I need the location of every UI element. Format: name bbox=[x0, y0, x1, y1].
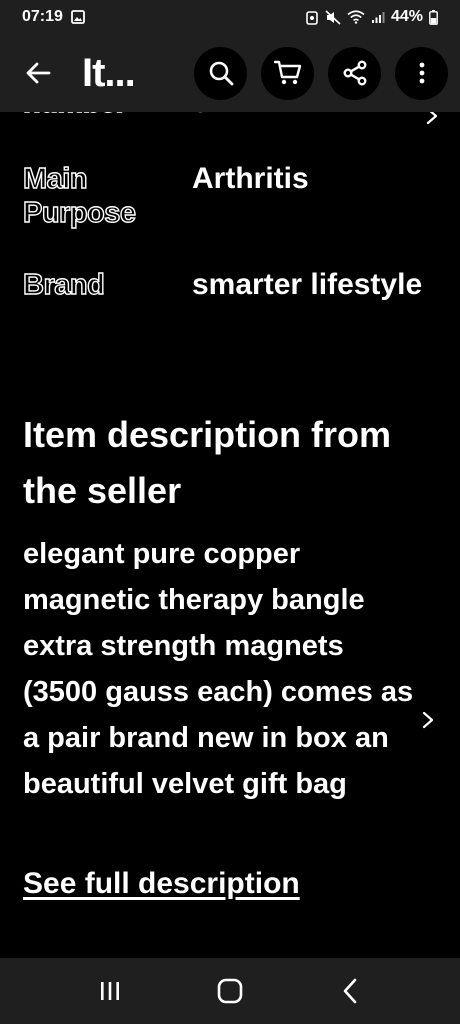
app-bar: It... bbox=[0, 34, 460, 112]
search-button[interactable] bbox=[194, 46, 247, 100]
cart-button[interactable] bbox=[261, 46, 314, 100]
see-full-description-link[interactable]: See full description bbox=[23, 864, 300, 904]
home-icon bbox=[217, 978, 243, 1004]
back-button[interactable] bbox=[20, 55, 56, 91]
status-time: 07:19 bbox=[22, 8, 63, 25]
page-title: It... bbox=[82, 50, 136, 95]
share-button[interactable] bbox=[328, 46, 381, 100]
more-vert-icon bbox=[419, 62, 424, 84]
description-heading: Item description from the seller bbox=[23, 414, 392, 511]
nav-back-button[interactable] bbox=[320, 966, 380, 1016]
back-arrow-icon bbox=[26, 62, 51, 84]
spec-label: Main Purpose bbox=[22, 162, 136, 229]
back-icon bbox=[343, 978, 357, 1004]
spec-label: Brand bbox=[22, 268, 105, 301]
gallery-notification-icon bbox=[71, 10, 85, 24]
battery-percent: 44% bbox=[390, 8, 423, 25]
mute-icon bbox=[325, 9, 341, 25]
more-options-button[interactable] bbox=[395, 46, 448, 100]
system-nav-bar bbox=[0, 958, 460, 1024]
spec-value: smarter lifestyle bbox=[192, 268, 423, 301]
spec-label: number bbox=[22, 112, 173, 120]
battery-icon bbox=[429, 9, 438, 25]
alarm-icon bbox=[305, 10, 319, 25]
item-page: 07:19 44% It... Main Purpose Arthritis B… bbox=[0, 0, 460, 1024]
home-button[interactable] bbox=[200, 966, 260, 1016]
chevron-right-icon[interactable] bbox=[418, 710, 438, 730]
item-details: number 0 Main Purpose Arthritis Brand sm… bbox=[0, 112, 460, 958]
description-text: elegant pure copper magnetic therapy ban… bbox=[23, 538, 414, 800]
share-icon bbox=[343, 60, 367, 86]
recents-icon bbox=[101, 982, 119, 1000]
signal-icon bbox=[371, 11, 385, 24]
spec-value: 0 bbox=[192, 112, 432, 126]
status-left: 07:19 bbox=[22, 8, 85, 26]
status-right: 44% bbox=[305, 8, 438, 26]
status-bar: 07:19 44% bbox=[0, 0, 460, 34]
cart-icon bbox=[273, 60, 301, 85]
recents-button[interactable] bbox=[80, 966, 140, 1016]
search-icon bbox=[209, 61, 233, 86]
wifi-icon bbox=[347, 10, 365, 24]
app-actions bbox=[194, 46, 448, 100]
spec-value: Arthritis bbox=[192, 162, 309, 195]
chevron-right-icon[interactable] bbox=[422, 112, 442, 126]
